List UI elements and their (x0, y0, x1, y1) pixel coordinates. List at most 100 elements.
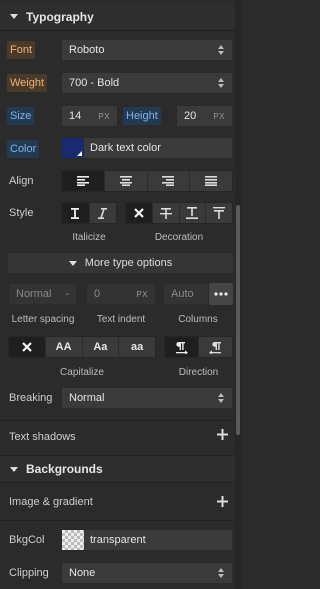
strikethrough-icon (159, 207, 172, 219)
add-text-shadow-button[interactable] (217, 429, 228, 440)
text-shadows-label: Text shadows (9, 431, 76, 443)
text-indent-caption: Text indent (96, 314, 146, 325)
clipping-select[interactable]: None (61, 562, 233, 584)
more-dots-icon (214, 292, 228, 296)
font-select[interactable]: Roboto (61, 39, 233, 61)
rtl-paragraph-icon (209, 341, 221, 354)
height-input[interactable]: 20 PX (176, 105, 233, 127)
clipping-label: Clipping (9, 567, 49, 579)
italic-i-icon (98, 207, 108, 219)
align-center-icon (119, 176, 132, 186)
close-x-icon (22, 342, 32, 352)
underline-icon (186, 207, 199, 219)
capitalize-segmented-control: AA Aa aa (8, 336, 156, 358)
align-label: Align (9, 175, 34, 187)
letter-spacing-caption: Letter spacing (11, 314, 75, 325)
select-arrows-icon (217, 78, 225, 88)
strikethrough-button[interactable] (153, 203, 180, 223)
breaking-select[interactable]: Normal (61, 387, 233, 409)
text-indent-unit[interactable]: PX (136, 290, 148, 299)
section-title: Typography (26, 9, 94, 24)
background-color-picker[interactable]: transparent (61, 529, 233, 551)
regular-style-button[interactable] (62, 203, 90, 223)
letter-spacing-unit[interactable]: - (65, 288, 69, 300)
size-input[interactable]: 14 PX (61, 105, 118, 127)
align-segmented-control (61, 170, 233, 192)
decoration-segmented-control (125, 202, 233, 224)
ltr-paragraph-icon (176, 341, 188, 354)
style-label: Style (9, 207, 34, 219)
ltr-direction-button[interactable] (165, 337, 199, 357)
underline-button[interactable] (180, 203, 207, 223)
close-x-icon (134, 208, 144, 218)
italic-style-button[interactable] (90, 203, 117, 223)
text-indent-value: 0 (94, 288, 101, 300)
no-capitalize-button[interactable] (9, 337, 46, 357)
typography-section-header[interactable]: Typography (0, 3, 235, 31)
color-swatch[interactable] (62, 138, 84, 158)
lowercase-label: aa (131, 341, 144, 353)
weight-value: 700 - Bold (69, 77, 120, 89)
color-value: Dark text color (90, 142, 161, 154)
font-label[interactable]: Font (7, 41, 36, 59)
clipping-value: None (69, 567, 96, 579)
plus-icon (217, 429, 228, 440)
collapse-caret-icon (10, 14, 18, 19)
text-indent-input[interactable]: 0 PX (86, 283, 156, 305)
bkgcol-value: transparent (90, 534, 146, 546)
columns-caption: Columns (178, 314, 218, 325)
font-value: Roboto (69, 44, 105, 56)
titlecase-button[interactable]: Aa (83, 337, 120, 357)
align-right-icon (162, 176, 175, 186)
letter-spacing-value: Normal (16, 288, 52, 300)
section-title: Backgrounds (26, 462, 103, 476)
italic-segmented-control (61, 202, 117, 224)
columns-more-button[interactable] (209, 283, 233, 305)
scrollbar-thumb[interactable] (236, 205, 240, 435)
decoration-caption: Decoration (154, 232, 204, 243)
backgrounds-section-header[interactable]: Backgrounds (0, 455, 235, 483)
height-label[interactable]: Height (123, 107, 161, 125)
style-panel: Typography Font Roboto Weight 700 - Bold… (0, 0, 235, 589)
align-justify-button[interactable] (190, 171, 232, 191)
bkgcol-label: BkgCol (9, 534, 45, 546)
weight-select[interactable]: 700 - Bold (61, 72, 233, 94)
height-unit[interactable]: PX (213, 112, 225, 121)
capitalize-caption: Capitalize (60, 367, 104, 378)
overline-button[interactable] (206, 203, 232, 223)
height-value: 20 (184, 110, 197, 122)
size-label[interactable]: Size (7, 107, 35, 125)
size-value: 14 (69, 110, 82, 122)
uppercase-button[interactable]: AA (46, 337, 83, 357)
align-center-button[interactable] (105, 171, 148, 191)
align-justify-icon (205, 176, 218, 186)
select-arrows-icon (217, 393, 225, 403)
weight-label[interactable]: Weight (7, 74, 48, 92)
size-unit[interactable]: PX (98, 112, 110, 121)
italicize-caption: Italicize (72, 232, 106, 243)
color-label[interactable]: Color (7, 140, 40, 158)
titlecase-label: Aa (93, 341, 108, 353)
select-arrows-icon (217, 568, 225, 578)
divider (0, 520, 235, 521)
lowercase-button[interactable]: aa (119, 337, 155, 357)
breaking-label: Breaking (9, 392, 53, 404)
direction-segmented-control (164, 336, 233, 358)
breaking-value: Normal (69, 392, 105, 404)
transparent-swatch-icon[interactable] (62, 530, 84, 550)
uppercase-label: AA (55, 341, 72, 353)
letter-spacing-input[interactable]: Normal - (8, 283, 77, 305)
no-decoration-button[interactable] (126, 203, 153, 223)
add-background-layer-button[interactable] (217, 496, 228, 507)
color-picker[interactable]: Dark text color (61, 137, 233, 159)
columns-input[interactable]: Auto (163, 283, 209, 305)
rtl-direction-button[interactable] (199, 337, 232, 357)
divider (0, 420, 235, 421)
align-right-button[interactable] (148, 171, 191, 191)
align-left-button[interactable] (62, 171, 105, 191)
image-gradient-label: Image & gradient (9, 496, 93, 508)
select-arrows-icon (217, 45, 225, 55)
align-left-icon (76, 176, 89, 186)
columns-value: Auto (171, 288, 194, 300)
more-type-options-toggle[interactable]: More type options (8, 253, 233, 273)
